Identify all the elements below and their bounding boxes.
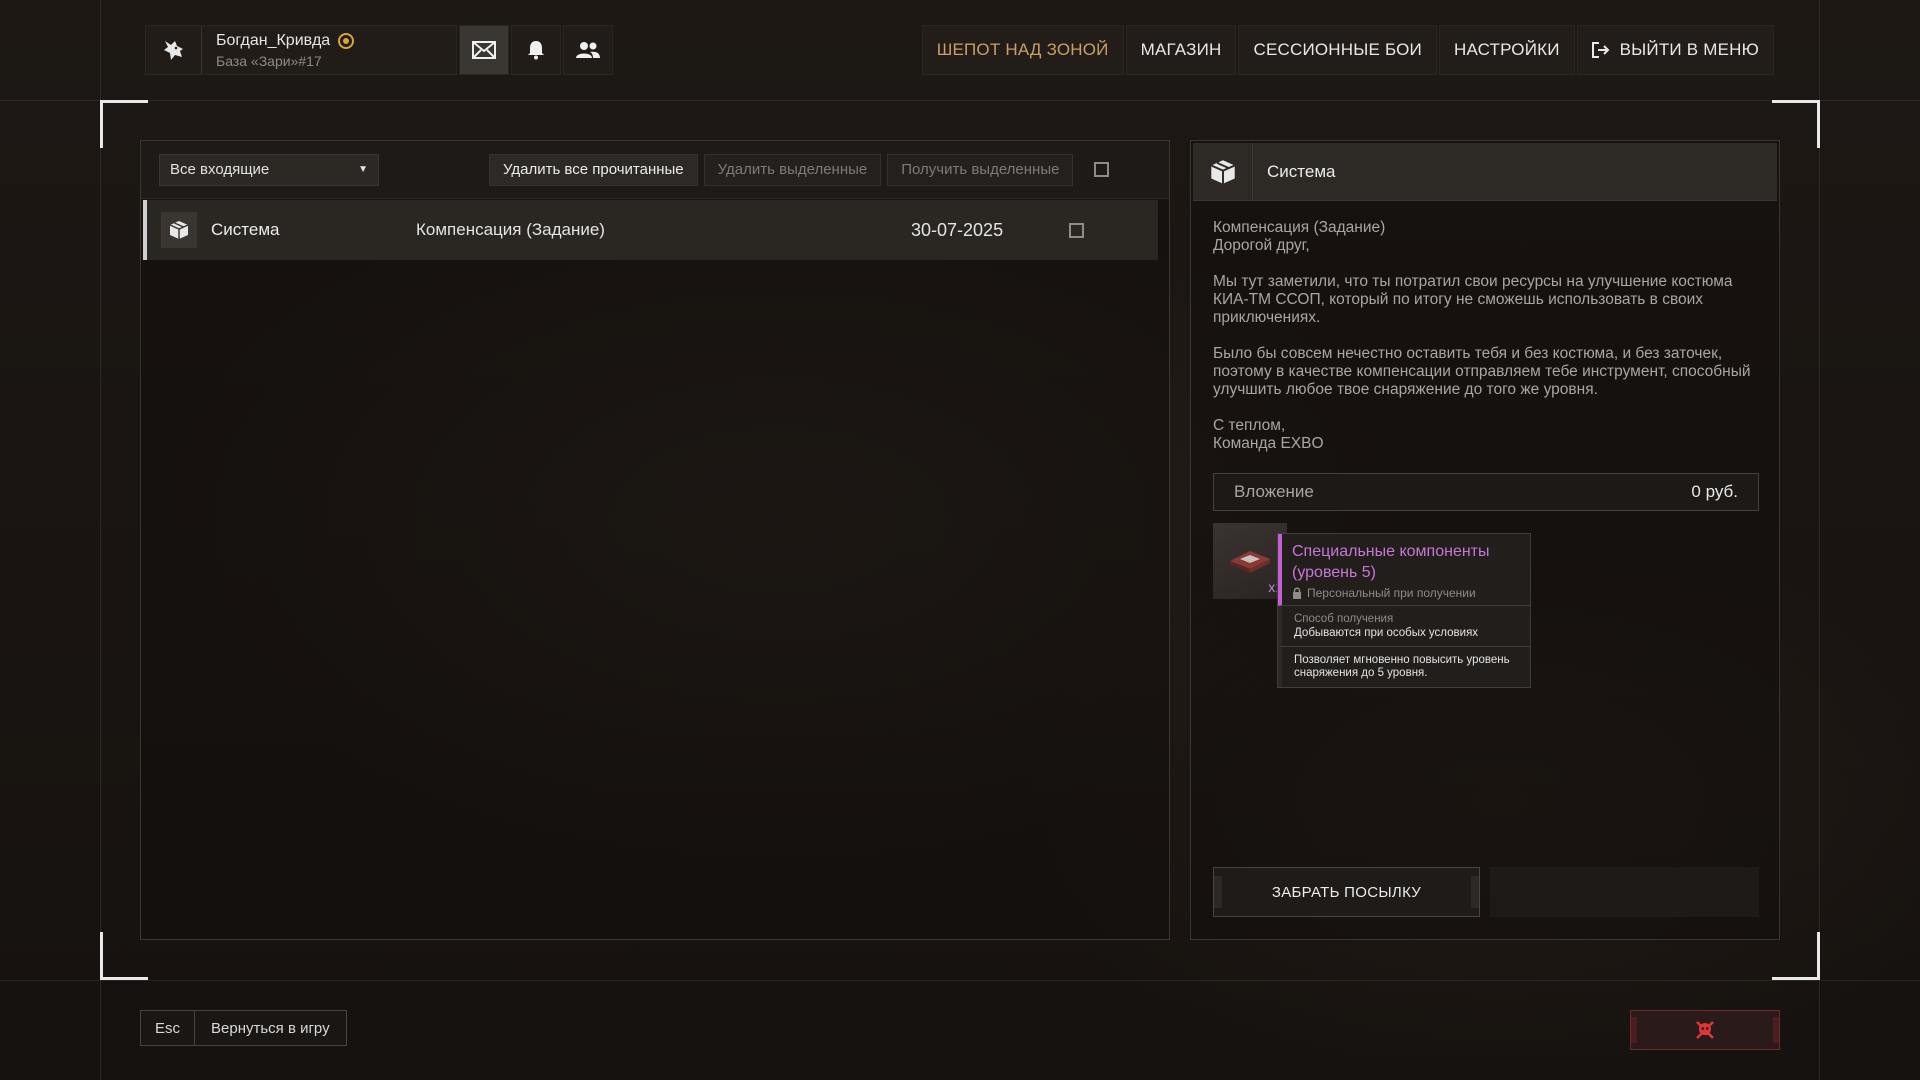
mail-toolbar: Все входящие ▼ Удалить все прочитанные У… bbox=[141, 141, 1169, 199]
detail-header: Система bbox=[1193, 143, 1777, 201]
chevron-down-icon: ▼ bbox=[358, 164, 368, 175]
back-to-game-button[interactable]: Esc Вернуться в игру bbox=[140, 1010, 347, 1046]
nav-settings[interactable]: НАСТРОЙКИ bbox=[1438, 25, 1575, 75]
item-personal-row: Персональный при получении bbox=[1292, 586, 1520, 600]
profile-name: Богдан_Кривда bbox=[216, 31, 331, 49]
attachment-value: 0 руб. bbox=[1691, 482, 1738, 501]
top-navigation: ШЕПОТ НАД ЗОНОЙ МАГАЗИН СЕССИОННЫЕ БОИ Н… bbox=[921, 25, 1774, 75]
danger-button[interactable] bbox=[1630, 1010, 1780, 1050]
profile-bar: Богдан_Кривда База «Зари»#17 bbox=[145, 25, 615, 75]
delete-read-button[interactable]: Удалить все прочитанные bbox=[489, 153, 698, 186]
mail-button[interactable] bbox=[459, 25, 509, 75]
letter-paragraph-1: Мы тут заметили, что ты потратил свои ре… bbox=[1213, 273, 1733, 326]
esc-key-hint: Esc bbox=[141, 1011, 195, 1045]
mail-list-panel: Все входящие ▼ Удалить все прочитанные У… bbox=[140, 140, 1170, 940]
frame-line-left bbox=[100, 0, 101, 1080]
empty-action-slot bbox=[1490, 867, 1759, 917]
detail-sender: Система bbox=[1267, 161, 1336, 181]
mail-sender: Система bbox=[211, 220, 280, 239]
wolf-logo-icon bbox=[146, 26, 202, 74]
back-to-game-label: Вернуться в игру bbox=[211, 1019, 330, 1037]
rank-badge-icon bbox=[338, 32, 355, 49]
envelope-icon bbox=[472, 41, 496, 59]
claim-package-button[interactable]: ЗАБРАТЬ ПОСЫЛКУ bbox=[1213, 867, 1480, 917]
box-icon bbox=[1193, 143, 1253, 200]
profile-card[interactable]: Богдан_Кривда База «Зари»#17 bbox=[145, 25, 457, 75]
nav-exit-label: ВЫЙТИ В МЕНЮ bbox=[1619, 40, 1759, 59]
notifications-button[interactable] bbox=[511, 25, 561, 75]
item-method-value: Добываются при особых условиях bbox=[1294, 627, 1479, 639]
skull-icon bbox=[1696, 1021, 1714, 1039]
select-all-checkbox[interactable] bbox=[1094, 162, 1110, 177]
box-icon bbox=[161, 212, 197, 248]
letter-title: Компенсация (Задание) bbox=[1213, 219, 1386, 236]
delete-selected-button[interactable]: Удалить выделенные bbox=[703, 153, 882, 186]
attachment-bar: Вложение 0 руб. bbox=[1213, 473, 1759, 511]
item-method-label: Способ получения bbox=[1294, 613, 1394, 625]
item-personal: Персональный при получении bbox=[1307, 586, 1476, 600]
mail-list-item[interactable]: Система Компенсация (Задание) 30-07-2025 bbox=[143, 200, 1158, 260]
frame-line-top bbox=[0, 100, 1920, 101]
mail-detail-panel: Система Компенсация (Задание) Дорогой др… bbox=[1190, 140, 1780, 940]
profile-base: База «Зари»#17 bbox=[216, 52, 322, 69]
attachment-label: Вложение bbox=[1234, 482, 1314, 501]
mail-filter-value: Все входящие bbox=[170, 161, 270, 178]
mail-subject: Компенсация (Задание) bbox=[416, 220, 605, 239]
item-description: Позволяет мгновенно повысить уровень сна… bbox=[1294, 654, 1510, 679]
frame-line-bottom bbox=[0, 980, 1920, 981]
frame-line-right bbox=[1819, 0, 1820, 1080]
exit-icon bbox=[1591, 42, 1610, 58]
letter-sign-line-2: Команда EXBO bbox=[1213, 435, 1324, 452]
claim-row: ЗАБРАТЬ ПОСЫЛКУ bbox=[1213, 867, 1759, 917]
item-name: Специальные компоненты (уровень 5) bbox=[1292, 543, 1490, 581]
letter-body: Компенсация (Задание) Дорогой друг, Мы т… bbox=[1213, 219, 1758, 471]
mail-item-checkbox[interactable] bbox=[1069, 222, 1084, 238]
bell-icon bbox=[528, 41, 544, 60]
get-selected-button[interactable]: Получить выделенные bbox=[887, 153, 1074, 186]
letter-sign-line-1: С теплом, bbox=[1213, 417, 1286, 434]
attachment-item-slot[interactable]: x1 bbox=[1213, 523, 1287, 599]
letter-paragraph-2: Было бы совсем нечестно оставить тебя и … bbox=[1213, 345, 1751, 398]
nav-session-battles[interactable]: СЕССИОННЫЕ БОИ bbox=[1238, 25, 1437, 75]
friends-button[interactable] bbox=[563, 25, 613, 75]
components-item-icon bbox=[1230, 551, 1270, 573]
letter-greeting: Дорогой друг, bbox=[1213, 237, 1310, 254]
mail-date: 30-07-2025 bbox=[911, 219, 1004, 240]
friends-icon bbox=[576, 42, 600, 58]
lock-icon bbox=[1293, 587, 1301, 599]
nav-shop[interactable]: МАГАЗИН bbox=[1125, 25, 1237, 75]
mail-filter-select[interactable]: Все входящие ▼ bbox=[159, 153, 379, 186]
nav-whisper[interactable]: ШЕПОТ НАД ЗОНОЙ bbox=[921, 25, 1124, 75]
item-tooltip: Специальные компоненты (уровень 5) Персо… bbox=[1277, 533, 1531, 688]
nav-exit[interactable]: ВЫЙТИ В МЕНЮ bbox=[1576, 25, 1774, 75]
